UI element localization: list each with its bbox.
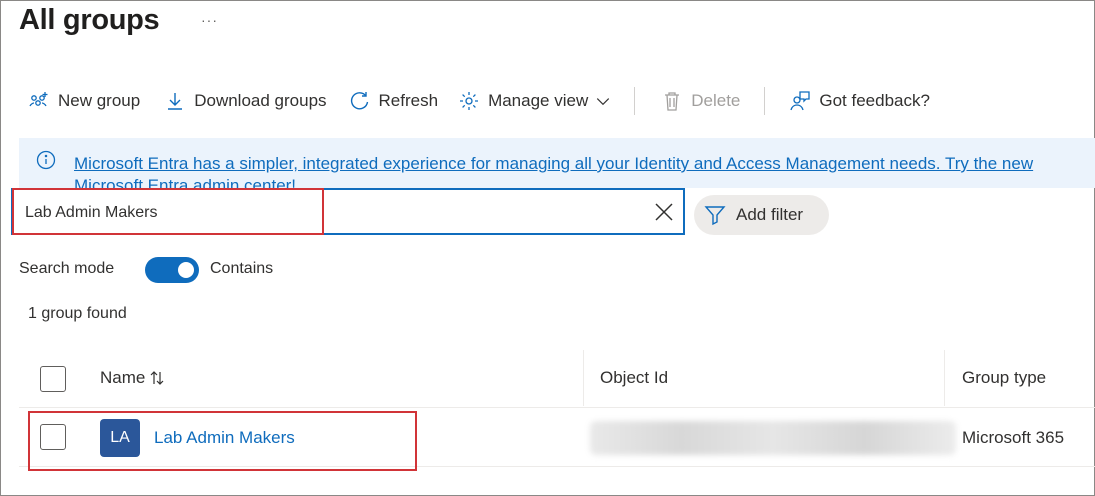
chevron-down-icon <box>597 98 610 106</box>
feedback-icon <box>790 91 811 111</box>
avatar: LA <box>100 419 140 457</box>
info-icon <box>36 150 56 170</box>
sort-icon <box>150 371 164 385</box>
column-header-object-id[interactable]: Object Id <box>600 368 668 388</box>
add-filter-button[interactable]: Add filter <box>694 195 829 235</box>
manage-view-label: Manage view <box>488 91 589 110</box>
group-name-link[interactable]: Lab Admin Makers <box>154 428 295 448</box>
download-groups-label: Download groups <box>194 91 327 110</box>
column-divider <box>583 350 584 406</box>
gear-icon <box>460 92 479 110</box>
results-count: 1 group found <box>28 305 127 322</box>
toggle-knob <box>178 262 194 278</box>
column-divider <box>944 350 945 406</box>
header-divider <box>19 407 1095 408</box>
page-title: All groups <box>19 4 160 36</box>
new-group-label: New group <box>58 91 141 110</box>
search-input[interactable] <box>25 201 625 225</box>
search-mode-value: Contains <box>210 260 274 277</box>
download-groups-button[interactable]: Download groups <box>164 84 327 118</box>
toolbar-divider <box>634 87 636 115</box>
trash-icon <box>665 92 680 111</box>
column-header-name[interactable]: Name <box>100 368 165 388</box>
got-feedback-button[interactable]: Got feedback? <box>789 84 930 118</box>
refresh-label: Refresh <box>378 91 439 110</box>
group-type-value: Microsoft 365 <box>962 428 1065 447</box>
entra-banner-link[interactable]: Microsoft Entra has a simpler, integrate… <box>74 153 1095 188</box>
filter-icon <box>704 206 726 226</box>
column-header-name-label: Name <box>100 368 146 387</box>
new-group-icon <box>29 92 48 107</box>
add-filter-label: Add filter <box>736 205 804 224</box>
row-checkbox[interactable] <box>40 424 66 450</box>
column-header-object-id-label: Object Id <box>600 368 669 387</box>
delete-button[interactable]: Delete <box>661 84 740 118</box>
row-divider <box>19 466 1095 467</box>
search-box <box>11 188 685 235</box>
select-all-checkbox[interactable] <box>40 366 66 392</box>
new-group-button[interactable]: New group <box>28 84 140 118</box>
manage-view-button[interactable]: Manage view <box>458 84 612 118</box>
delete-label: Delete <box>691 91 741 110</box>
column-header-group-type-label: Group type <box>962 368 1047 387</box>
more-options-button[interactable]: ··· <box>201 12 218 28</box>
refresh-icon <box>350 92 368 110</box>
info-banner: Microsoft Entra has a simpler, integrate… <box>19 138 1095 188</box>
close-icon[interactable] <box>653 201 675 223</box>
command-bar: New group Download groups Refresh Manage… <box>28 84 930 118</box>
download-icon <box>168 93 183 110</box>
toolbar-divider <box>764 87 766 115</box>
search-mode-toggle[interactable] <box>145 257 199 283</box>
column-header-group-type[interactable]: Group type <box>962 368 1046 388</box>
refresh-button[interactable]: Refresh <box>349 84 439 118</box>
got-feedback-label: Got feedback? <box>819 91 930 110</box>
search-mode-label: Search mode <box>19 260 115 277</box>
object-id-redacted <box>590 421 956 455</box>
